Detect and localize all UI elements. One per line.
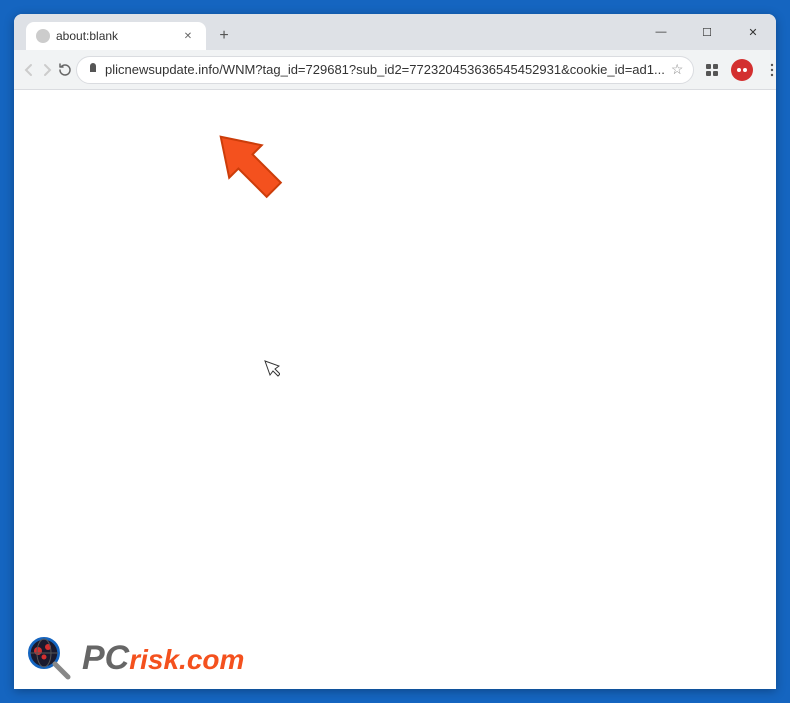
address-bar[interactable]: plicnewsupdate.info/WNM?tag_id=729681?su… [76, 56, 694, 84]
browser-window: about:blank ✕ + — ☐ ✕ plicnewsupdate.inf… [14, 14, 776, 689]
tab-bar: about:blank ✕ + [22, 14, 238, 50]
tab-close-button[interactable]: ✕ [180, 28, 196, 44]
profile-icon [731, 59, 753, 81]
address-text: plicnewsupdate.info/WNM?tag_id=729681?su… [105, 62, 665, 77]
toolbar-right [698, 56, 776, 84]
mouse-cursor [264, 360, 280, 385]
profile-dots [737, 68, 747, 72]
pcrisk-logo [24, 633, 74, 683]
toolbar: plicnewsupdate.info/WNM?tag_id=729681?su… [14, 50, 776, 90]
new-tab-button[interactable]: + [210, 22, 238, 50]
close-button[interactable]: ✕ [730, 14, 776, 50]
reload-button[interactable] [58, 56, 72, 84]
forward-button[interactable] [40, 56, 54, 84]
window-controls: — ☐ ✕ [638, 14, 776, 50]
pcrisk-watermark: PCrisk.com [14, 627, 254, 689]
minimize-button[interactable]: — [638, 14, 684, 50]
arrow-annotation [204, 120, 284, 200]
menu-button[interactable] [758, 56, 776, 84]
risk-text: risk.com [129, 644, 244, 676]
tab-favicon [36, 29, 50, 43]
title-bar: about:blank ✕ + — ☐ ✕ [14, 14, 776, 50]
browser-tab[interactable]: about:blank ✕ [26, 22, 206, 50]
profile-dot-2 [743, 68, 747, 72]
profile-button[interactable] [728, 56, 756, 84]
profile-dot-1 [737, 68, 741, 72]
tab-title: about:blank [56, 29, 174, 43]
back-button[interactable] [22, 56, 36, 84]
pc-text: PC [82, 639, 129, 678]
page-content: PCrisk.com [14, 90, 776, 689]
pcrisk-brand-text: PCrisk.com [82, 639, 244, 678]
maximize-button[interactable]: ☐ [684, 14, 730, 50]
bookmark-icon[interactable]: ☆ [671, 61, 684, 78]
lock-icon [87, 62, 99, 77]
extensions-button[interactable] [698, 56, 726, 84]
